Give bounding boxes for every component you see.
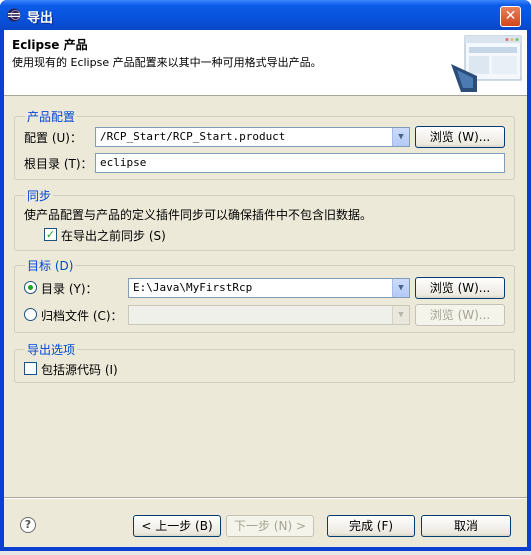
title-bar[interactable]: 导出 ✕ bbox=[0, 0, 531, 30]
directory-radio[interactable] bbox=[24, 281, 37, 294]
next-button: 下一步 (N) > bbox=[226, 515, 314, 537]
back-button[interactable]: < 上一步 (B) bbox=[133, 515, 221, 537]
include-source-label[interactable]: 包括源代码 (I) bbox=[41, 361, 118, 378]
product-config-group: 产品配置 配置 (U)： /RCP_Start/RCP_Start.produc… bbox=[14, 108, 515, 180]
config-combo[interactable]: /RCP_Start/RCP_Start.product ▼ bbox=[95, 127, 410, 147]
dialog-body: Eclipse 产品 使用现有的 Eclipse 产品配置来以其中一种可用格式导… bbox=[4, 30, 527, 547]
close-icon: ✕ bbox=[504, 8, 517, 24]
sync-group: 同步 使产品配置与产品的定义插件同步可以确保插件中不包含旧数据。 ✓ 在导出之前… bbox=[14, 187, 515, 251]
directory-label[interactable]: 目录 (Y)： bbox=[41, 280, 98, 297]
sync-description: 使产品配置与产品的定义插件同步可以确保插件中不包含旧数据。 bbox=[24, 208, 373, 222]
sync-checkbox[interactable]: ✓ bbox=[44, 228, 57, 241]
destination-group: 目标 (D) 目录 (Y)： E:\Java\MyFirstRcp ▼ 浏览 (… bbox=[14, 257, 515, 333]
archive-label[interactable]: 归档文件 (C)： bbox=[41, 307, 123, 324]
archive-radio[interactable] bbox=[24, 308, 37, 321]
archive-browse-button: 浏览 (W)... bbox=[415, 304, 505, 326]
page-description: 使用现有的 Eclipse 产品配置来以其中一种可用格式导出产品。 bbox=[12, 56, 322, 69]
config-value: /RCP_Start/RCP_Start.product bbox=[100, 130, 286, 143]
chevron-down-icon[interactable]: ▼ bbox=[392, 128, 409, 146]
finish-button[interactable]: 完成 (F) bbox=[327, 515, 415, 537]
chevron-down-icon: ▼ bbox=[392, 306, 409, 324]
archive-combo: ▼ bbox=[128, 305, 410, 325]
export-wizard-icon bbox=[451, 35, 522, 92]
directory-browse-button[interactable]: 浏览 (W)... bbox=[415, 277, 505, 299]
root-label: 根目录 (T)： bbox=[24, 157, 93, 171]
root-directory-input[interactable]: eclipse bbox=[95, 153, 505, 173]
cancel-button[interactable]: 取消 bbox=[421, 515, 511, 537]
window-title: 导出 bbox=[27, 11, 54, 26]
eclipse-icon bbox=[7, 8, 21, 22]
config-browse-button[interactable]: 浏览 (W)... bbox=[415, 126, 505, 148]
product-config-title: 产品配置 bbox=[25, 108, 78, 125]
directory-value: E:\Java\MyFirstRcp bbox=[133, 281, 253, 294]
directory-combo[interactable]: E:\Java\MyFirstRcp ▼ bbox=[128, 278, 410, 298]
include-source-checkbox[interactable] bbox=[24, 362, 37, 375]
footer-separator bbox=[4, 497, 527, 499]
export-options-title: 导出选项 bbox=[25, 341, 78, 358]
page-title: Eclipse 产品 bbox=[12, 38, 88, 52]
export-dialog: 导出 ✕ Eclipse 产品 使用现有的 Eclipse 产品配置来以其中一种… bbox=[0, 0, 531, 551]
help-icon[interactable]: ? bbox=[20, 517, 36, 533]
config-label: 配置 (U)： bbox=[24, 131, 82, 145]
export-options-group: 导出选项 包括源代码 (I) bbox=[14, 341, 515, 383]
close-button[interactable]: ✕ bbox=[500, 6, 521, 27]
destination-title: 目标 (D) bbox=[25, 257, 76, 274]
sync-checkbox-label[interactable]: 在导出之前同步 (S) bbox=[61, 227, 166, 244]
sync-title: 同步 bbox=[25, 187, 54, 204]
chevron-down-icon[interactable]: ▼ bbox=[392, 279, 409, 297]
wizard-banner: Eclipse 产品 使用现有的 Eclipse 产品配置来以其中一种可用格式导… bbox=[4, 30, 527, 96]
desktop-strip bbox=[0, 551, 531, 555]
